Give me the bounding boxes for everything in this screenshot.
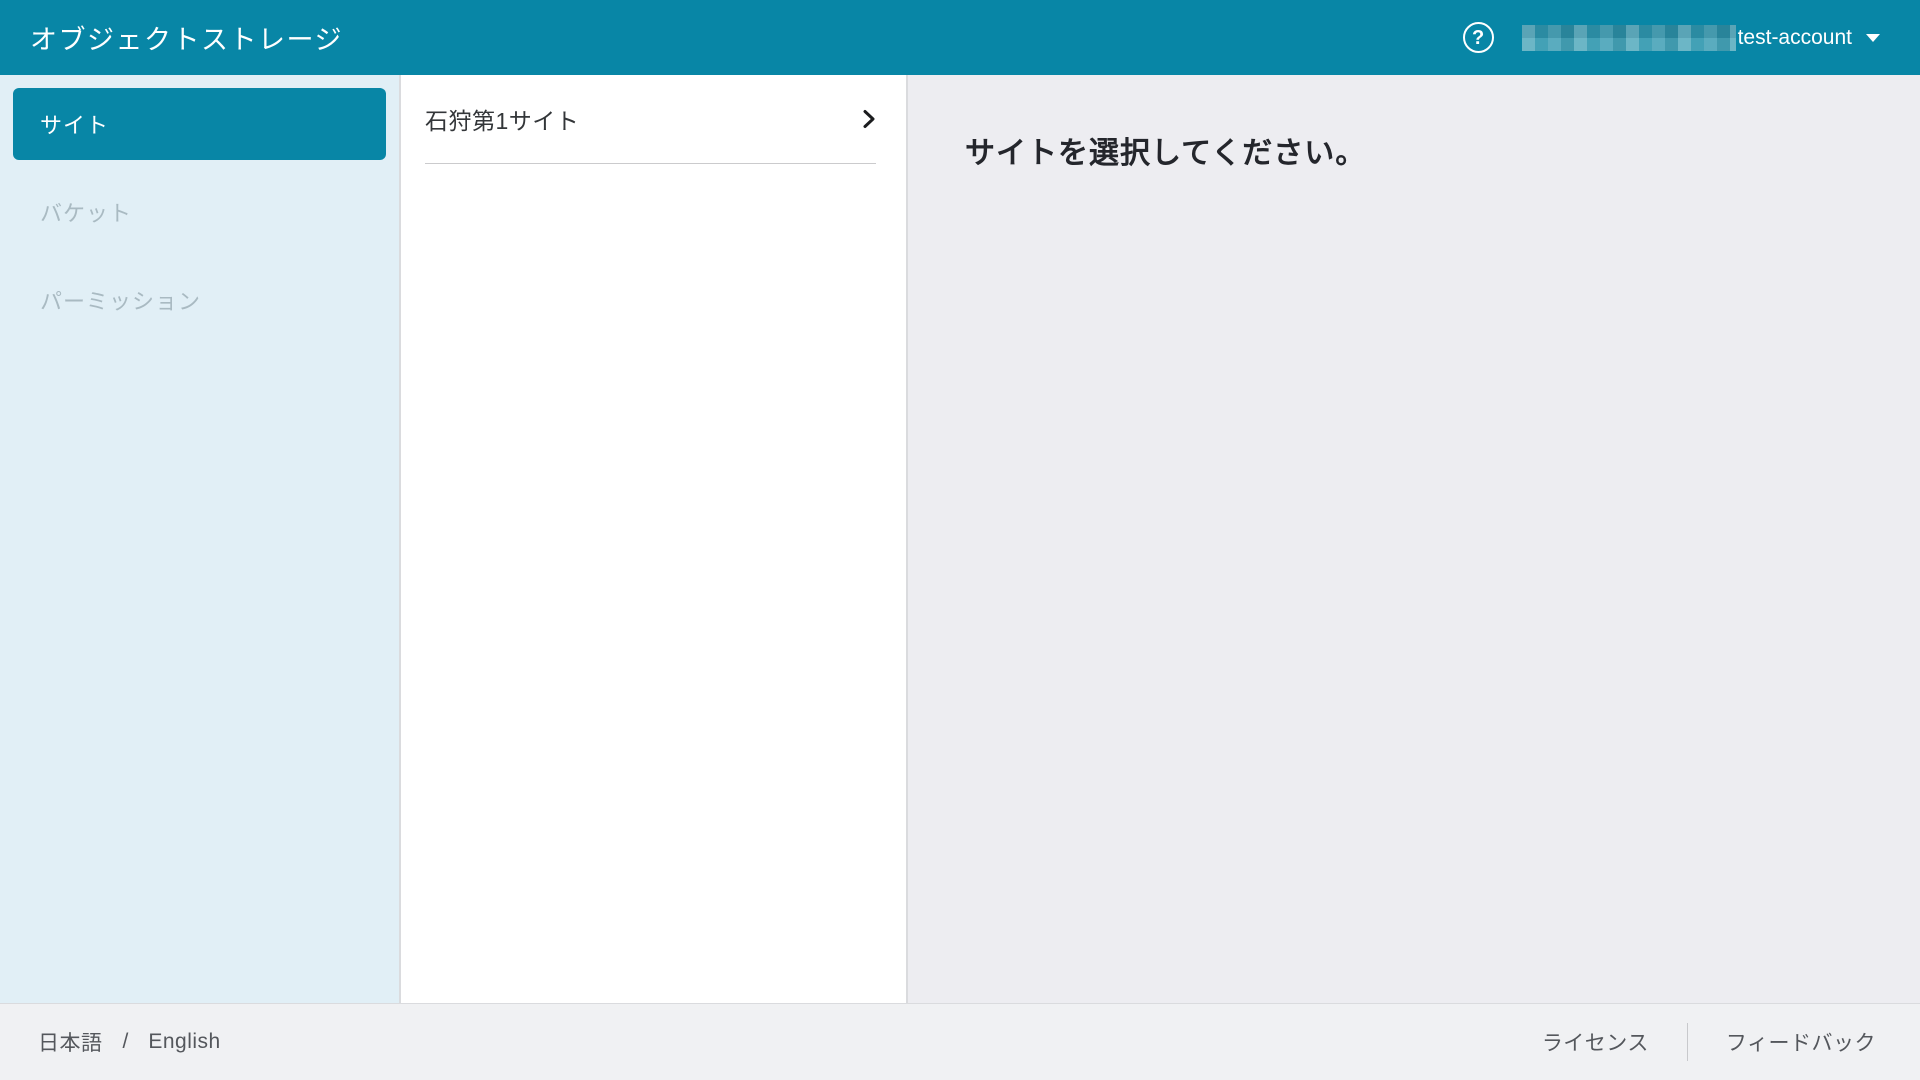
account-id-redacted — [1522, 25, 1736, 51]
divider — [1687, 1023, 1688, 1061]
license-link[interactable]: ライセンス — [1542, 1027, 1649, 1057]
feedback-link[interactable]: フィードバック — [1726, 1027, 1876, 1057]
chevron-down-icon — [1866, 34, 1880, 42]
divider — [425, 163, 876, 164]
site-list-panel: 石狩第1サイト — [401, 75, 908, 1003]
sidebar-item-sites[interactable]: サイト — [13, 88, 386, 160]
language-switcher: 日本語 / English — [38, 1027, 221, 1057]
chevron-right-icon — [858, 108, 880, 130]
sidebar-item-buckets[interactable]: バケット — [13, 176, 386, 248]
site-list-item[interactable]: 石狩第1サイト — [401, 75, 906, 163]
account-name: test-account — [1738, 26, 1852, 50]
main-panel: サイトを選択してください。 — [908, 75, 1920, 1003]
language-link-english[interactable]: English — [148, 1030, 220, 1054]
footer-links: ライセンス フィードバック — [1542, 1023, 1876, 1061]
header-actions: ? test-account — [1463, 22, 1880, 53]
language-link-japanese[interactable]: 日本語 — [38, 1027, 103, 1057]
site-name: 石狩第1サイト — [425, 102, 579, 136]
app-header: オブジェクトストレージ ? test-account — [0, 0, 1920, 75]
app-footer: 日本語 / English ライセンス フィードバック — [0, 1003, 1920, 1080]
sidebar: サイト バケット パーミッション — [0, 75, 401, 1003]
app-title: オブジェクトストレージ — [30, 18, 343, 57]
help-button[interactable]: ? — [1463, 22, 1494, 53]
sidebar-item-permissions[interactable]: パーミッション — [13, 264, 386, 336]
language-separator: / — [123, 1030, 129, 1054]
empty-state-message: サイトを選択してください。 — [965, 128, 1920, 172]
account-menu-button[interactable]: test-account — [1522, 25, 1880, 51]
question-circle-icon: ? — [1463, 22, 1494, 53]
question-glyph: ? — [1472, 28, 1484, 48]
